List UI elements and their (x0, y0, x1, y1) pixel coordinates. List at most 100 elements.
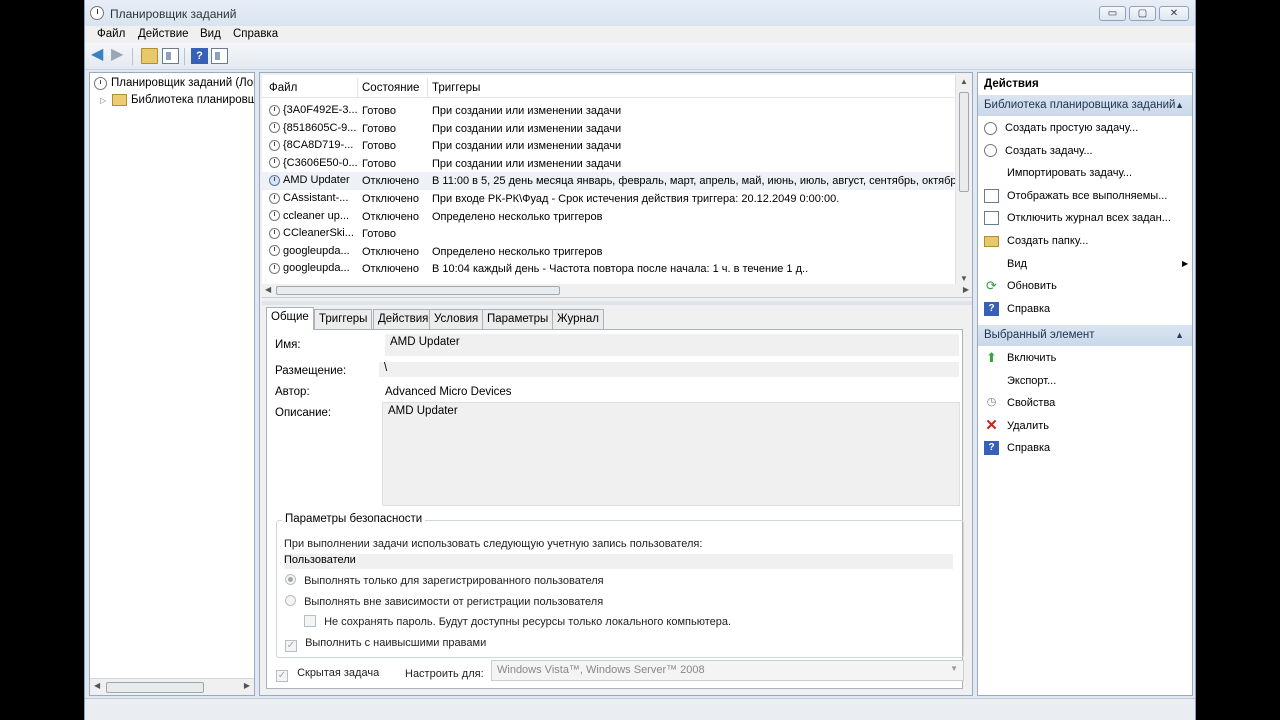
checkbox[interactable] (304, 615, 316, 627)
collapse-triangle-icon[interactable]: ▲ (1175, 100, 1184, 110)
action-item[interactable]: ⟳ Обновить (984, 277, 1057, 295)
window-title: Планировщик заданий (110, 7, 237, 21)
action-item[interactable]: ⬆ Включить (984, 349, 1056, 367)
tree-root-label: Планировщик заданий (Локальный) (111, 77, 254, 89)
toolbar: ◀ ▶ ? (85, 43, 1195, 70)
close-button[interactable]: ✕ (1159, 6, 1189, 21)
table-row[interactable]: {C3606E50-0... Готово При создании или изм… (262, 155, 954, 173)
menu-file[interactable]: Файл (97, 28, 125, 40)
task-state: Отключено (362, 263, 419, 276)
scroll-thumb[interactable] (106, 682, 204, 693)
highest-privileges-option[interactable]: ✓ Выполнить с наивысшими правами (285, 637, 486, 652)
task-state: Отключено (362, 175, 419, 188)
hidden-task-option[interactable]: ✓ Скрытая задача (276, 667, 379, 682)
action-item[interactable]: ? Справка (984, 439, 1050, 457)
table-row[interactable]: googleupda... Отключено В 10:04 каждый ден… (262, 260, 954, 278)
show-hide-console-tree-icon[interactable] (162, 48, 179, 64)
task-state: Готово (362, 105, 396, 117)
chevron-down-icon: ▼ (950, 664, 958, 673)
action-item[interactable]: Импортировать задачу... (984, 164, 1132, 182)
table-row[interactable]: {8518605C-9... Готово При создании или изм… (262, 120, 954, 138)
task-name: googleupda... (283, 262, 350, 275)
scroll-left-arrow-icon[interactable]: ◀ (265, 285, 271, 294)
column-triggers[interactable]: Триггеры (432, 82, 480, 94)
column-state[interactable]: Состояние (362, 82, 419, 94)
scroll-up-arrow-icon[interactable]: ▲ (960, 77, 968, 86)
expand-triangle-icon[interactable]: ▷ (100, 96, 108, 105)
help-icon[interactable]: ? (191, 48, 208, 64)
selected-item-section-header[interactable]: Выбранный элемент ▲ (978, 325, 1192, 346)
delete-icon: ✕ (985, 416, 998, 434)
tab-actions[interactable]: Действия (373, 309, 434, 329)
action-item[interactable]: ◷ Свойства (984, 394, 1056, 412)
task-trigger: При создании или изменении задачи (432, 140, 622, 153)
action-item[interactable]: ✕ Удалить (984, 417, 1049, 435)
forward-arrow-icon[interactable]: ▶ (111, 47, 128, 64)
scroll-right-arrow-icon[interactable]: ▶ (244, 681, 250, 690)
help-icon: ? (984, 301, 999, 316)
radio-any-option[interactable]: Выполнять вне зависимости от регистрации… (285, 595, 603, 608)
description-value[interactable]: AMD Updater (382, 402, 960, 506)
tab-settings[interactable]: Параметры (482, 309, 554, 329)
tab-history[interactable]: Журнал (552, 309, 604, 329)
radio-button[interactable] (285, 574, 296, 585)
tab-conditions[interactable]: Условия (429, 309, 484, 329)
radio-logged-on-option[interactable]: Выполнять только для зарегистрированного… (285, 574, 604, 587)
task-name: {8518605C-9... (283, 121, 357, 134)
action-item[interactable]: Экспорт... (984, 372, 1056, 390)
radio-button[interactable] (285, 595, 296, 606)
tree-horizontal-scrollbar[interactable]: ◀ ▶ (90, 678, 254, 695)
checkbox-checked[interactable]: ✓ (276, 670, 288, 682)
account-value: Пользователи (284, 554, 953, 569)
back-arrow-icon[interactable]: ◀ (91, 47, 108, 64)
scroll-thumb[interactable] (276, 286, 560, 295)
scroll-right-arrow-icon[interactable]: ▶ (963, 285, 969, 294)
column-file[interactable]: Файл (269, 82, 297, 94)
menu-action[interactable]: Действие (138, 28, 189, 40)
task-trigger: В 10:04 каждый день - Частота повтора по… (432, 263, 809, 276)
configure-for-select[interactable]: Windows Vista™, Windows Server™ 2008 ▼ (491, 660, 964, 681)
name-value[interactable]: AMD Updater (385, 334, 959, 356)
title-bar: Планировщик заданий ▭ ▢ ✕ (85, 0, 1195, 26)
table-row[interactable]: AMD Updater Отключено В 11:00 в 5, 25 день… (262, 172, 965, 190)
action-item[interactable]: Создать папку... (984, 232, 1088, 250)
library-section-header[interactable]: Библиотека планировщика заданий ▲ (978, 95, 1192, 116)
action-item[interactable]: Создать задачу... (984, 142, 1093, 160)
no-password-option[interactable]: Не сохранять пароль. Будут доступны ресу… (304, 615, 731, 628)
action-item[interactable]: Создать простую задачу... (984, 119, 1138, 137)
minimize-button[interactable]: ▭ (1099, 6, 1126, 21)
table-row[interactable]: CCleanerSki... Готово (262, 225, 954, 243)
table-row[interactable]: {8CA8D719-... Готово При создании или изме… (262, 137, 954, 155)
library-section-title: Библиотека планировщика заданий (984, 99, 1176, 111)
action-item[interactable]: Вид ▶ (984, 255, 1188, 273)
tree-library[interactable]: ▷ Библиотека планировщика заданий (100, 92, 254, 108)
maximize-button[interactable]: ▢ (1129, 6, 1156, 21)
pane-splitter[interactable] (262, 301, 972, 305)
scroll-left-arrow-icon[interactable]: ◀ (94, 681, 100, 690)
task-clock-icon (269, 139, 280, 151)
table-row[interactable]: googleupda... Отключено Определено несколь… (262, 243, 954, 261)
table-row[interactable]: {3A0F492E-3... Готово При создании или изм… (262, 102, 954, 120)
show-hide-action-pane-icon[interactable] (211, 48, 228, 64)
collapse-triangle-icon[interactable]: ▲ (1175, 330, 1184, 340)
up-folder-icon[interactable] (141, 48, 158, 64)
running-tasks-icon (984, 188, 999, 203)
action-item[interactable]: Отключить журнал всех задан... (984, 209, 1171, 227)
task-list-vertical-scrollbar[interactable]: ▲ ▼ (955, 75, 972, 285)
table-row[interactable]: CAssistant-... Отключено При входе РК-РК\Ф… (262, 190, 954, 208)
action-item[interactable]: ? Справка (984, 300, 1050, 318)
table-row[interactable]: ccleaner up... Отключено Определено нескол… (262, 208, 954, 226)
menu-help[interactable]: Справка (233, 28, 278, 40)
task-name: {8CA8D719-... (283, 139, 354, 152)
tab-triggers[interactable]: Триггеры (314, 309, 373, 329)
scroll-thumb[interactable] (959, 92, 969, 192)
tab-general[interactable]: Общие (266, 307, 314, 330)
action-item[interactable]: Отображать все выполняемы... (984, 187, 1167, 205)
task-list-horizontal-scrollbar[interactable]: ◀ ▶ (262, 284, 972, 297)
checkbox-checked[interactable]: ✓ (285, 640, 297, 652)
menu-view[interactable]: Вид (200, 28, 221, 40)
blank-icon (984, 166, 999, 180)
scroll-down-arrow-icon[interactable]: ▼ (960, 274, 968, 283)
tree-root[interactable]: Планировщик заданий (Локальный) (94, 75, 254, 91)
task-name: {3A0F492E-3... (283, 104, 357, 116)
